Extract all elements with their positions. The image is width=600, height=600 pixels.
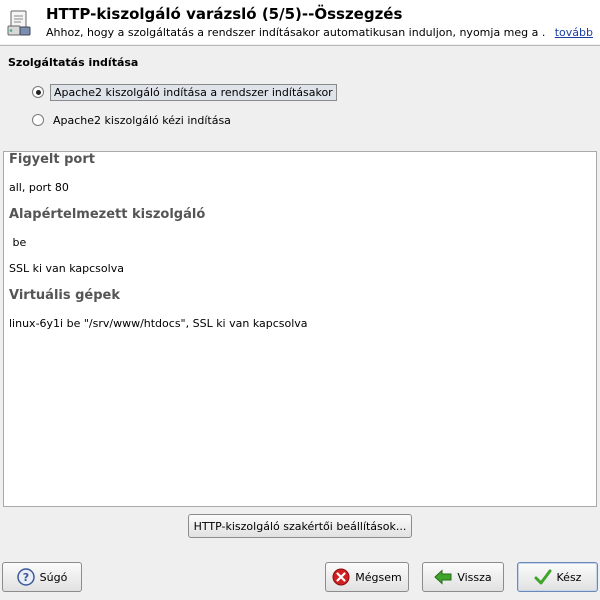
help-icon: ?	[16, 568, 35, 586]
finish-button[interactable]: Kész	[517, 562, 598, 592]
radio-label-start-on-boot[interactable]: Apache2 kiszolgáló indítása a rendszer i…	[50, 83, 337, 101]
summary-text-port: all, port 80	[9, 181, 69, 194]
radio-button-unchecked[interactable]	[32, 114, 44, 126]
radio-button-checked[interactable]	[32, 86, 44, 98]
summary-heading-default-server: Alapértelmezett kiszolgáló	[9, 207, 206, 222]
service-start-label: Szolgáltatás indítása	[8, 56, 139, 69]
radio-label-manual-start[interactable]: Apache2 kiszolgáló kézi indítása	[50, 113, 234, 128]
cancel-icon	[332, 568, 350, 586]
help-button-label: Súgó	[39, 570, 68, 584]
server-wizard-icon	[6, 9, 32, 37]
radio-start-on-boot[interactable]: Apache2 kiszolgáló indítása a rendszer i…	[32, 82, 337, 102]
summary-panel[interactable]: Figyelt port all, port 80 Alapértelmezet…	[3, 151, 597, 507]
back-arrow-icon	[434, 568, 452, 586]
more-link[interactable]: tovább	[555, 26, 593, 39]
summary-heading-port: Figyelt port	[9, 152, 95, 167]
help-button[interactable]: ? Súgó	[2, 562, 82, 592]
wizard-header: HTTP-kiszolgáló varázsló (5/5)--Összegzé…	[0, 0, 600, 44]
summary-text-ssl: SSL ki van kapcsolva	[9, 262, 124, 275]
finish-button-label: Kész	[556, 570, 582, 584]
checkmark-icon	[534, 568, 552, 586]
summary-text-default-server: be	[9, 236, 27, 249]
summary-text-virtual-host: linux-6y1i be "/srv/www/htdocs", SSL ki …	[9, 317, 308, 330]
back-button[interactable]: Vissza	[422, 562, 504, 592]
cancel-button-label: Mégsem	[355, 570, 402, 584]
page-description: Ahhoz, hogy a szolgáltatás a rendszer in…	[46, 26, 546, 39]
radio-manual-start[interactable]: Apache2 kiszolgáló kézi indítása	[32, 110, 234, 130]
page-title: HTTP-kiszolgáló varázsló (5/5)--Összegzé…	[46, 5, 403, 23]
expert-settings-button[interactable]: HTTP-kiszolgáló szakértői beállítások...	[188, 514, 412, 538]
cancel-button[interactable]: Mégsem	[325, 562, 409, 592]
back-button-label: Vissza	[457, 570, 492, 584]
svg-text:?: ?	[22, 571, 28, 584]
summary-heading-virtual-hosts: Virtuális gépek	[9, 288, 121, 303]
header-divider	[0, 45, 600, 46]
